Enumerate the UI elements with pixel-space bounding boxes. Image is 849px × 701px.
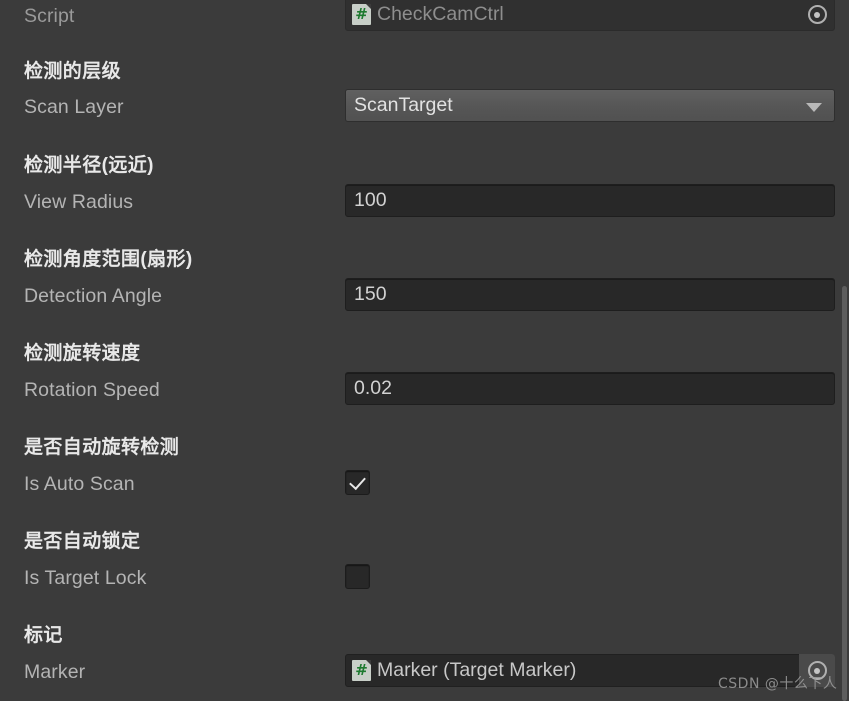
is-target-lock-checkbox[interactable] <box>345 564 370 589</box>
section-header-rotation-speed: 检测旋转速度 <box>24 343 141 364</box>
property-row-rotation-speed: Rotation Speed 0.02 <box>0 372 849 408</box>
csharp-script-icon: # <box>352 4 371 25</box>
property-row-is-target-lock: Is Target Lock <box>0 560 849 596</box>
view-radius-label: View Radius <box>24 191 134 213</box>
property-row-scan-layer: Scan Layer ScanTarget <box>0 89 849 125</box>
vertical-scrollbar-track[interactable] <box>838 0 849 701</box>
view-radius-input-wrap[interactable]: 100 <box>345 184 835 217</box>
script-label: Script <box>24 5 75 27</box>
is-target-lock-checkbox-wrap[interactable] <box>345 564 370 589</box>
rotation-speed-input-wrap[interactable]: 0.02 <box>345 372 835 405</box>
script-object-picker-button[interactable] <box>799 0 835 31</box>
property-row-view-radius: View Radius 100 <box>0 184 849 220</box>
section-header-scan-layer: 检测的层级 <box>24 61 122 82</box>
is-auto-scan-label: Is Auto Scan <box>24 473 135 495</box>
scan-layer-value: ScanTarget <box>354 94 453 116</box>
object-picker-icon <box>807 5 827 24</box>
vertical-scrollbar-thumb[interactable] <box>842 286 847 701</box>
rotation-speed-input[interactable]: 0.02 <box>345 372 835 405</box>
marker-label: Marker <box>24 661 86 683</box>
section-header-is-target-lock: 是否自动锁定 <box>24 531 141 552</box>
script-object-value: CheckCamCtrl <box>377 3 504 25</box>
detection-angle-input[interactable]: 150 <box>345 278 835 311</box>
marker-object-value: Marker (Target Marker) <box>377 659 577 681</box>
chevron-down-icon <box>806 102 822 112</box>
property-row-is-auto-scan: Is Auto Scan <box>0 466 849 502</box>
detection-angle-label: Detection Angle <box>24 285 163 307</box>
property-row-script: Script # CheckCamCtrl <box>0 0 849 34</box>
inspector-panel: Script # CheckCamCtrl 检测的层级 Scan Layer S… <box>0 0 849 701</box>
script-object-field[interactable]: # CheckCamCtrl <box>345 0 835 31</box>
is-target-lock-label: Is Target Lock <box>24 567 147 589</box>
scan-layer-label: Scan Layer <box>24 96 124 118</box>
property-row-detection-angle: Detection Angle 150 <box>0 278 849 314</box>
is-auto-scan-checkbox-wrap[interactable] <box>345 470 370 495</box>
section-header-view-radius: 检测半径(远近) <box>24 155 154 176</box>
csharp-script-icon: # <box>352 660 371 681</box>
view-radius-input[interactable]: 100 <box>345 184 835 217</box>
section-header-detection-angle: 检测角度范围(扇形) <box>24 249 193 270</box>
rotation-speed-label: Rotation Speed <box>24 379 160 401</box>
detection-angle-input-wrap[interactable]: 150 <box>345 278 835 311</box>
scan-layer-dropdown[interactable]: ScanTarget <box>345 89 835 122</box>
is-auto-scan-checkbox[interactable] <box>345 470 370 495</box>
section-header-is-auto-scan: 是否自动旋转检测 <box>24 437 180 458</box>
section-header-marker: 标记 <box>24 625 63 646</box>
scan-layer-dropdown-box[interactable]: ScanTarget <box>345 89 835 122</box>
csdn-watermark: CSDN @十么下人 <box>718 676 838 692</box>
script-object-field-box[interactable]: # CheckCamCtrl <box>345 0 835 31</box>
